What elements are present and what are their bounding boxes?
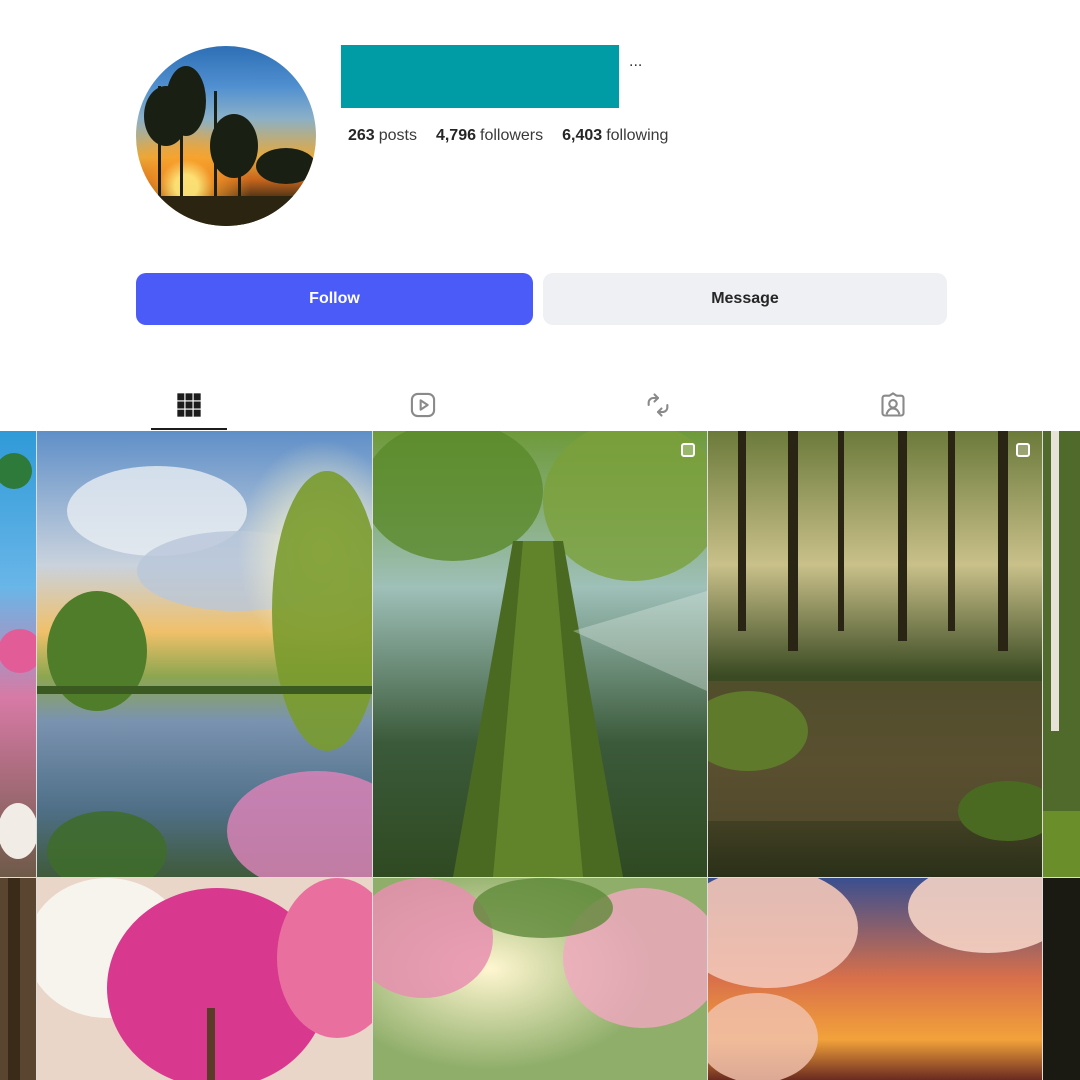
multiple-images-icon: [1016, 443, 1030, 457]
post-thumbnail[interactable]: [0, 431, 36, 877]
tab-tagged[interactable]: [855, 380, 931, 430]
following-count: 6,403: [562, 127, 603, 144]
repost-icon: [647, 393, 669, 417]
post-thumbnail[interactable]: [373, 431, 707, 877]
posts-count: 263: [348, 127, 375, 144]
post-thumbnail[interactable]: [708, 431, 1042, 877]
more-options-icon[interactable]: ...: [629, 52, 642, 72]
post-thumbnail[interactable]: [37, 878, 372, 1080]
profile-tabs: [0, 380, 1080, 430]
tagged-icon: [881, 392, 905, 417]
reels-icon: [410, 392, 436, 418]
post-thumbnail[interactable]: [37, 431, 372, 877]
tab-posts[interactable]: [151, 380, 227, 430]
multiple-images-icon: [681, 443, 695, 457]
posts-grid: [0, 431, 1080, 1080]
post-thumbnail[interactable]: [1043, 878, 1080, 1080]
followers-count: 4,796: [435, 127, 476, 144]
posts-stat: 263 posts: [348, 127, 417, 145]
profile-stats: 263 posts 4,796 followers 6,403 following: [348, 127, 668, 145]
post-thumbnail[interactable]: [0, 878, 36, 1080]
post-thumbnail[interactable]: [373, 878, 707, 1080]
tab-reposts[interactable]: [620, 380, 696, 430]
followers-label: followers: [480, 127, 544, 144]
follow-button[interactable]: Follow: [136, 273, 533, 325]
following-stat[interactable]: 6,403 following: [562, 127, 668, 145]
grid-icon: [177, 393, 201, 417]
followers-stat[interactable]: 4,796 followers: [436, 127, 543, 145]
username-redacted: [341, 45, 619, 108]
message-button[interactable]: Message: [543, 273, 947, 325]
posts-label: posts: [378, 127, 417, 144]
following-label: following: [606, 127, 669, 144]
profile-avatar[interactable]: [136, 46, 316, 226]
post-thumbnail[interactable]: [1043, 431, 1080, 877]
tab-reels[interactable]: [385, 380, 461, 430]
post-thumbnail[interactable]: [708, 878, 1042, 1080]
